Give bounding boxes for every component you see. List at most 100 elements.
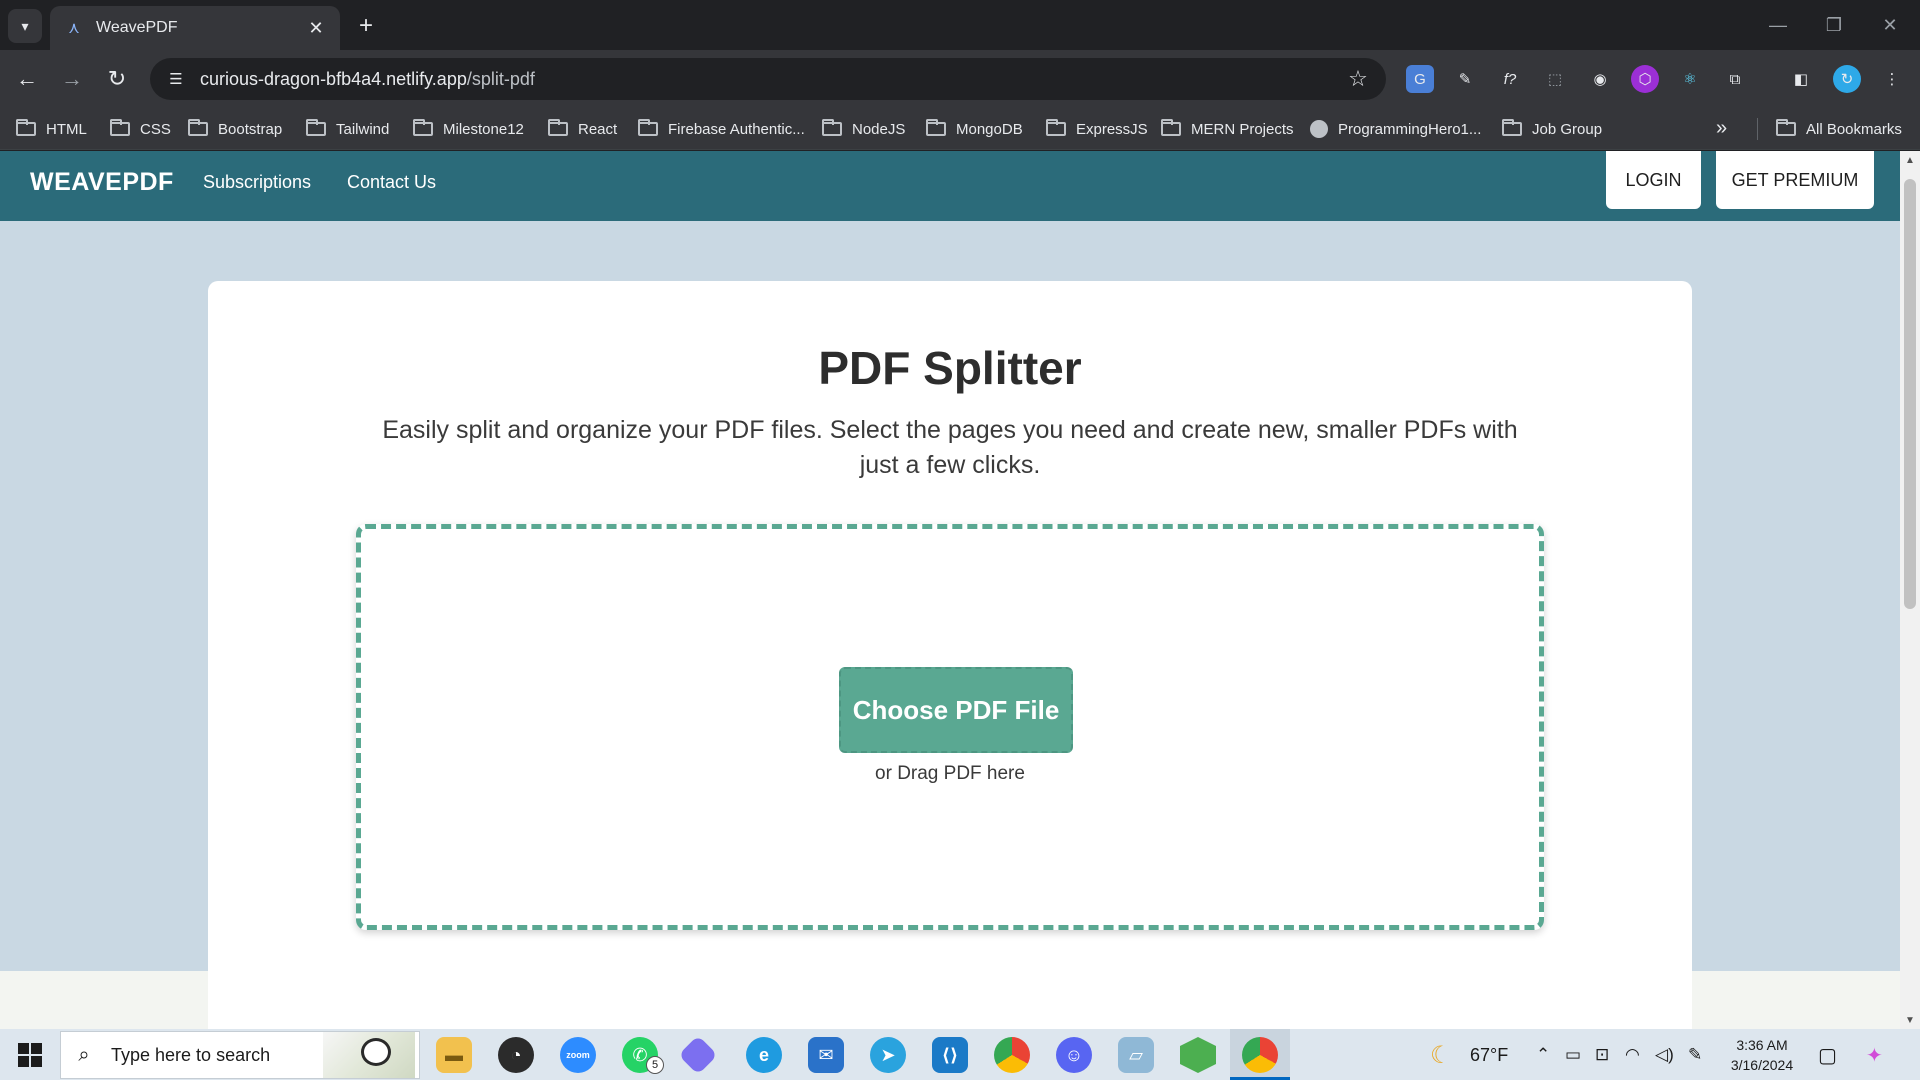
nodejs-icon[interactable] (1180, 1037, 1216, 1073)
bookmark-css[interactable]: CSS (110, 117, 171, 141)
splitter-card: PDF Splitter Easily split and organize y… (208, 281, 1692, 1029)
bookmark-label: Firebase Authentic... (668, 120, 805, 138)
search-placeholder: Type here to search (111, 1044, 271, 1065)
browser-toolbar: ← → ↻ ☰ curious-dragon-bfb4a4.netlify.ap… (0, 50, 1920, 108)
menu-dots-icon[interactable]: ⋮ (1878, 65, 1906, 93)
bookmark-mongodb[interactable]: MongoDB (926, 117, 1023, 141)
file-explorer-icon[interactable]: ▬ (436, 1037, 472, 1073)
side-panel-icon[interactable]: ◧ (1787, 65, 1815, 93)
camera-extension-icon[interactable]: ◉ (1586, 65, 1614, 93)
wifi-icon[interactable]: ◠ (1625, 1044, 1640, 1066)
bookmark-milestone12[interactable]: Milestone12 (413, 117, 524, 141)
mail-icon[interactable]: ✉ (808, 1037, 844, 1073)
scrollbar-thumb[interactable] (1904, 179, 1916, 609)
close-window-button[interactable]: ✕ (1870, 10, 1910, 40)
notification-icon[interactable]: ▢ (1818, 1044, 1837, 1067)
bookmark-job-group[interactable]: Job Group (1502, 117, 1602, 141)
battery-icon[interactable]: ▭ (1565, 1044, 1581, 1066)
bookmark-tailwind[interactable]: Tailwind (306, 117, 389, 141)
chrome-icon[interactable] (994, 1037, 1030, 1073)
page-description: Easily split and organize your PDF files… (382, 416, 1518, 479)
bookmark-label: MERN Projects (1191, 120, 1294, 138)
chevron-up-icon[interactable]: ⌃ (1536, 1044, 1550, 1066)
bookmarks-divider (1757, 118, 1758, 140)
reload-icon[interactable]: ↻ (102, 64, 132, 94)
discord-icon[interactable]: ☺ (1056, 1037, 1092, 1073)
bookmark-label: ExpressJS (1076, 120, 1148, 138)
tab-search-button[interactable]: ▾ (8, 9, 42, 43)
new-tab-button[interactable]: + (352, 12, 380, 40)
app-diamond-icon[interactable] (678, 1035, 718, 1075)
search-highlight-image (323, 1032, 415, 1078)
copilot-icon[interactable]: ✦ (1866, 1044, 1883, 1067)
app-window-icon[interactable]: ▱ (1118, 1037, 1154, 1073)
folder-icon (188, 119, 208, 136)
site-settings-icon[interactable]: ☰ (164, 67, 188, 91)
telegram-icon[interactable]: ➤ (870, 1037, 906, 1073)
bookmark-label: React (578, 120, 618, 138)
back-arrow-icon[interactable]: ← (12, 64, 42, 94)
folder-icon (1161, 119, 1181, 136)
purple-extension-icon[interactable]: ⬡ (1631, 65, 1659, 93)
restore-button[interactable]: ❐ (1814, 10, 1854, 40)
bookmarks-bar: HTML CSS Bootstrap Tailwind Milestone12 … (0, 108, 1920, 150)
scroll-up-arrow-icon[interactable]: ▲ (1900, 151, 1920, 169)
bookmark-html[interactable]: HTML (16, 117, 87, 141)
translate-extension-icon[interactable]: G (1406, 65, 1434, 93)
folder-icon (1776, 119, 1796, 136)
bookmark-nodejs[interactable]: NodeJS (822, 117, 905, 141)
get-premium-button[interactable]: GET PREMIUM (1716, 151, 1874, 209)
obs-studio-icon[interactable]: ◔ (498, 1037, 534, 1073)
bookmark-label: Job Group (1532, 120, 1603, 138)
font-extension-icon[interactable]: f? (1496, 65, 1524, 93)
meet-now-icon[interactable]: ⊡ (1595, 1044, 1609, 1066)
scroll-down-arrow-icon[interactable]: ▼ (1900, 1011, 1920, 1029)
nav-link-contact-us[interactable]: Contact Us (347, 172, 436, 193)
clock-time: 3:36 AM (1736, 1037, 1788, 1053)
bookmark-bootstrap[interactable]: Bootstrap (188, 117, 282, 141)
browser-tab[interactable]: ⋏ WeavePDF ✕ (50, 6, 340, 50)
close-icon[interactable]: ✕ (306, 18, 326, 38)
pdf-dropzone[interactable]: Choose PDF File or Drag PDF here (356, 524, 1544, 930)
bookmark-star-icon[interactable]: ☆ (1346, 66, 1370, 91)
folder-icon (1046, 119, 1066, 136)
bookmark-react[interactable]: React (548, 117, 617, 141)
page-scrollbar[interactable]: ▲ ▼ (1900, 151, 1920, 1029)
login-button[interactable]: LOGIN (1606, 151, 1701, 209)
edge-browser-icon[interactable]: e (746, 1037, 782, 1073)
page-title: PDF Splitter (818, 342, 1082, 394)
react-devtools-icon[interactable]: ⚛ (1676, 65, 1704, 93)
tab-title: WeavePDF (96, 19, 178, 36)
folder-icon (413, 119, 433, 136)
screenshot-extension-icon[interactable]: ⬚ (1541, 65, 1569, 93)
bookmark-label: MongoDB (956, 120, 1023, 138)
pen-icon[interactable]: ✎ (1688, 1044, 1702, 1066)
site-logo[interactable]: WEAVEPDF (30, 168, 174, 197)
eyedropper-extension-icon[interactable]: ✎ (1451, 65, 1479, 93)
bookmark-expressjs[interactable]: ExpressJS (1046, 117, 1148, 141)
minimize-button[interactable]: — (1758, 10, 1798, 40)
all-bookmarks-button[interactable]: All Bookmarks (1776, 117, 1902, 141)
volume-icon[interactable]: ◁) (1655, 1044, 1674, 1066)
moon-weather-icon[interactable]: ☾ (1430, 1042, 1452, 1069)
system-clock[interactable]: 3:36 AM 3/16/2024 (1722, 1035, 1802, 1075)
bookmark-firebase[interactable]: Firebase Authentic... (638, 117, 805, 141)
extensions-puzzle-icon[interactable]: ⧉ (1721, 65, 1749, 93)
chrome-active-icon[interactable] (1242, 1037, 1278, 1073)
vscode-icon[interactable]: ⟨⟩ (932, 1037, 968, 1073)
profile-avatar-icon[interactable]: ↻ (1833, 65, 1861, 93)
bookmark-programming-hero[interactable]: ProgrammingHero1... (1310, 117, 1481, 141)
forward-arrow-icon[interactable]: → (57, 64, 87, 94)
weather-temperature[interactable]: 67°F (1470, 1044, 1508, 1066)
taskbar-search[interactable]: ⌕ Type here to search (60, 1031, 420, 1079)
bookmark-mern-projects[interactable]: MERN Projects (1161, 117, 1294, 141)
site-navbar: WEAVEPDF Subscriptions Contact Us LOGIN … (0, 151, 1900, 221)
choose-pdf-button[interactable]: Choose PDF File (839, 667, 1073, 753)
zoom-icon[interactable]: zoom (560, 1037, 596, 1073)
more-bookmarks-icon[interactable]: » (1716, 117, 1727, 140)
browser-tab-strip: ▾ ⋏ WeavePDF ✕ + — ❐ ✕ (0, 0, 1920, 50)
windows-start-icon[interactable] (18, 1043, 42, 1067)
bookmark-label: Milestone12 (443, 120, 524, 138)
nav-link-subscriptions[interactable]: Subscriptions (203, 172, 311, 193)
address-bar[interactable]: ☰ curious-dragon-bfb4a4.netlify.app/spli… (150, 58, 1386, 100)
